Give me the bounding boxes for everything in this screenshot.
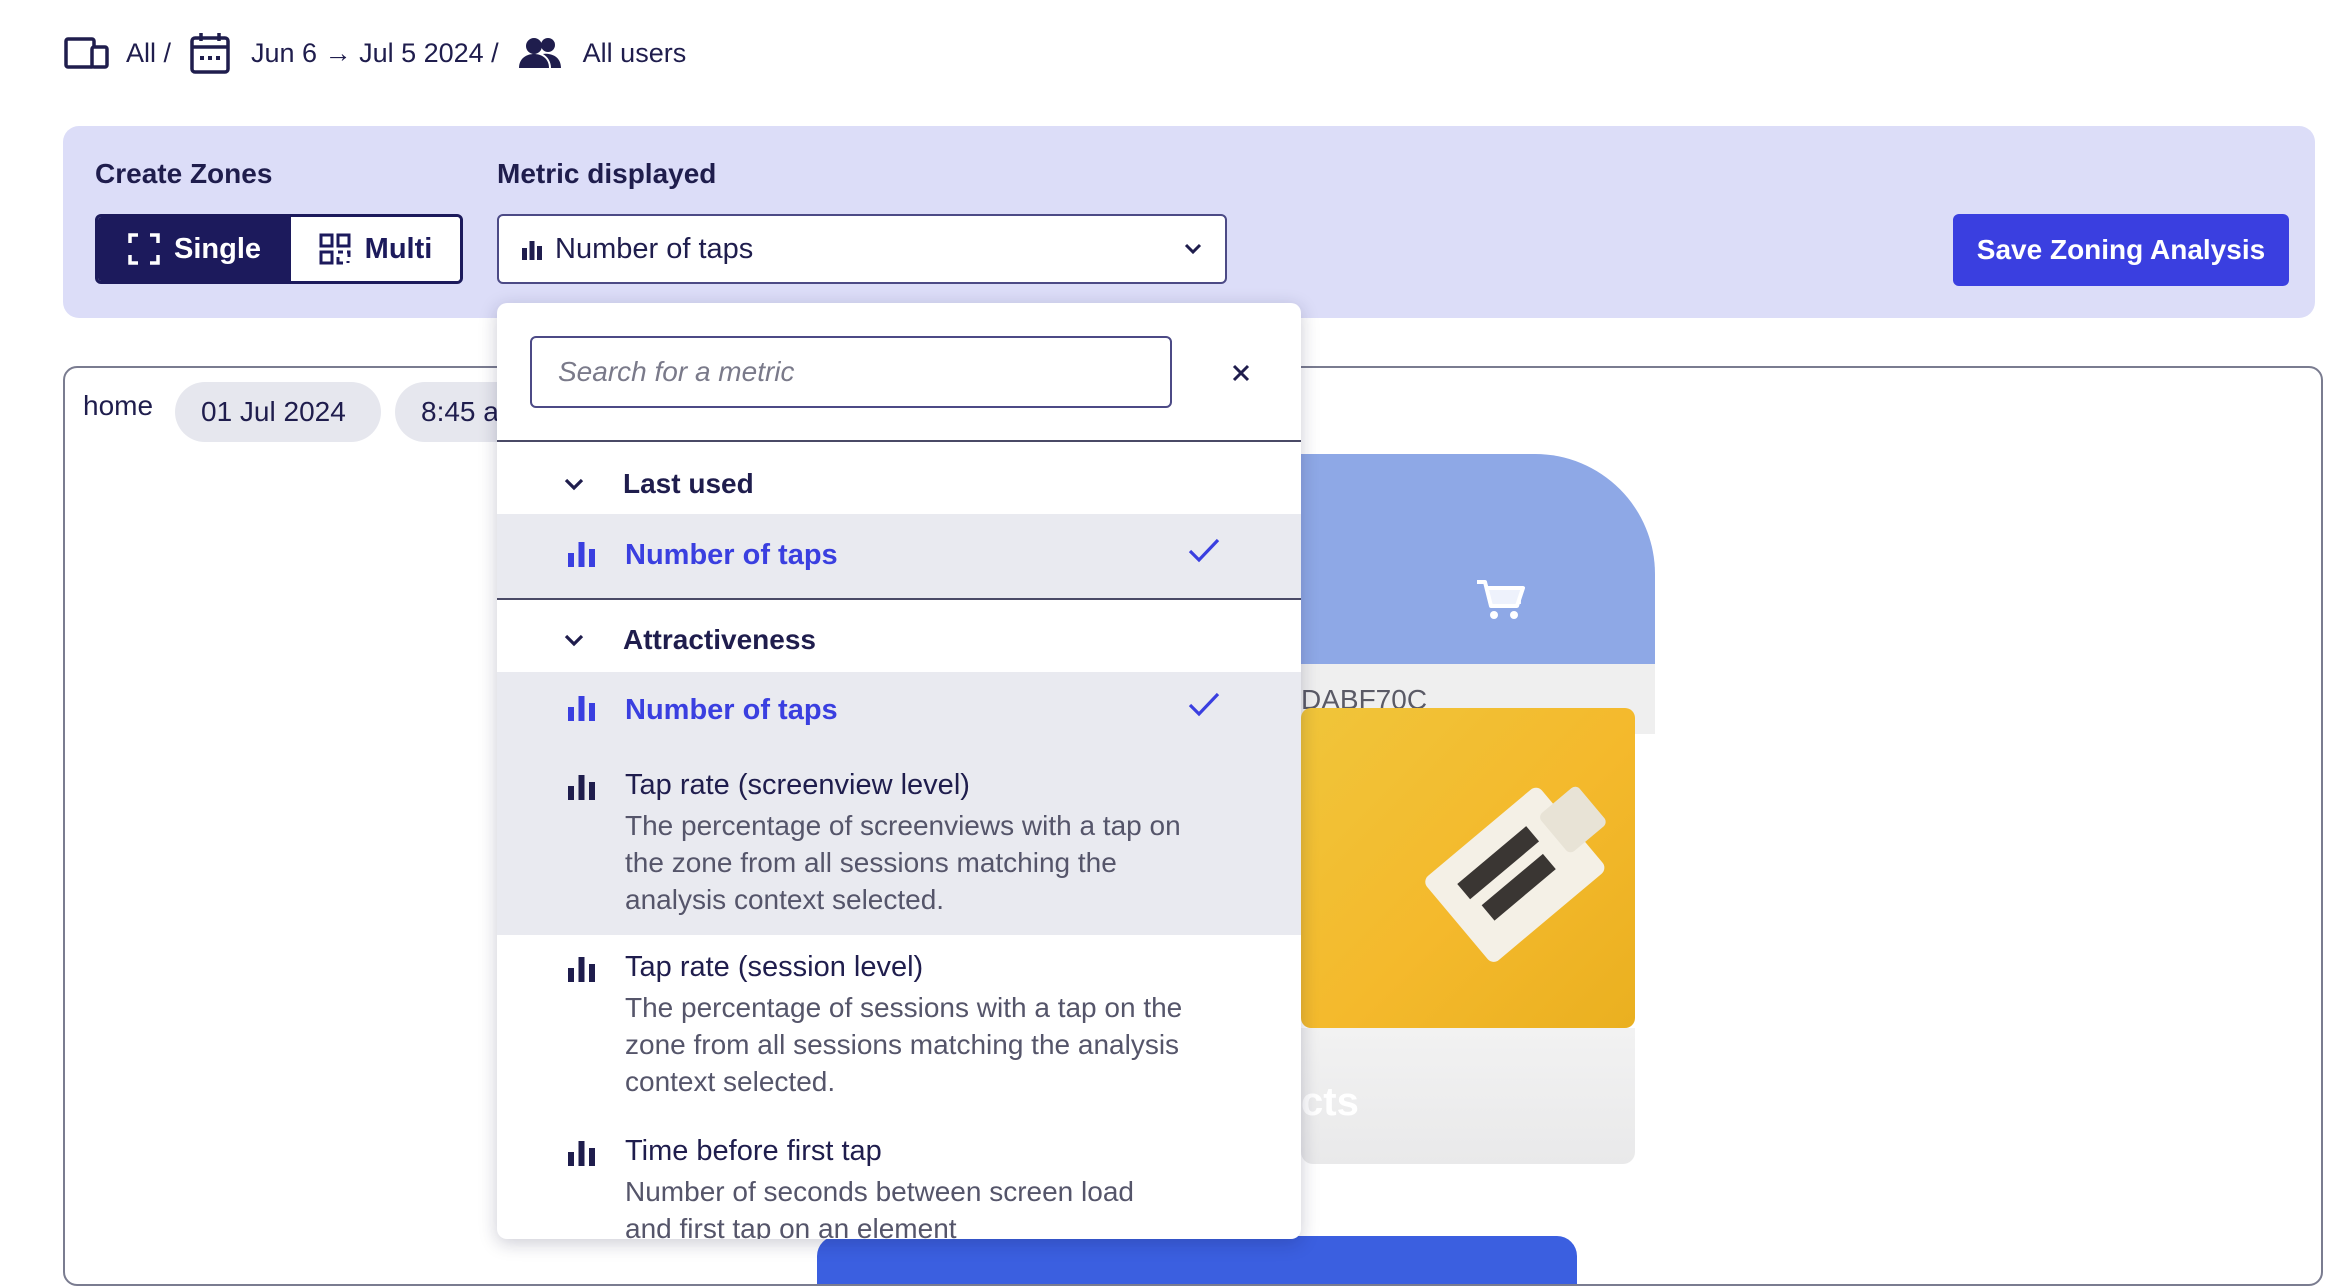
zoning-toolbar: Create Zones Metric displayed Single Mul… bbox=[63, 126, 2315, 318]
zone-mode-toggle: Single Multi bbox=[95, 214, 463, 284]
metric-select-value: Number of taps bbox=[555, 232, 754, 265]
bar-chart-icon bbox=[567, 694, 597, 727]
metric-select[interactable]: Number of taps bbox=[497, 214, 1227, 284]
metric-option-description: The percentage of sessions with a tap on… bbox=[625, 992, 1183, 1097]
save-zoning-analysis-button[interactable]: Save Zoning Analysis bbox=[1953, 214, 2289, 286]
create-zones-label: Create Zones bbox=[95, 158, 273, 189]
users-icon[interactable] bbox=[517, 36, 563, 70]
calendar-icon[interactable] bbox=[189, 31, 231, 75]
metric-option-description: Number of seconds between screen load an… bbox=[625, 1176, 1134, 1239]
metric-option-number-of-taps[interactable]: Number of taps bbox=[497, 514, 1301, 598]
devices-icon[interactable] bbox=[64, 35, 110, 71]
check-icon bbox=[1187, 690, 1221, 723]
divider bbox=[497, 598, 1301, 600]
multi-zone-icon bbox=[319, 233, 351, 265]
multi-label: Multi bbox=[364, 232, 433, 265]
check-icon bbox=[1187, 536, 1221, 569]
metric-option-title: Tap rate (screenview level) bbox=[625, 769, 970, 801]
chevron-down-icon bbox=[563, 633, 603, 647]
chevron-down-icon bbox=[1183, 242, 1203, 256]
group-label: Last used bbox=[623, 468, 754, 499]
group-header-attractiveness[interactable]: Attractiveness bbox=[497, 605, 1301, 675]
metric-option-tap-rate-screenview[interactable]: Tap rate (screenview level) The percenta… bbox=[497, 753, 1301, 935]
bar-chart-icon bbox=[567, 540, 597, 573]
bar-chart-icon bbox=[567, 955, 597, 988]
metric-dropdown: Last used Number of taps Attractiveness … bbox=[497, 303, 1301, 1239]
metric-option-title: Tap rate (session level) bbox=[625, 951, 924, 983]
metric-option-title: Number of taps bbox=[625, 539, 838, 571]
metric-option-time-before-first-tap[interactable]: Time before first tap Number of seconds … bbox=[497, 1119, 1301, 1239]
cart-icon bbox=[1475, 578, 1527, 627]
product-image bbox=[1301, 708, 1635, 1028]
bar-chart-icon bbox=[567, 1139, 597, 1172]
group-header-last-used[interactable]: Last used bbox=[497, 449, 1301, 519]
date-chip[interactable]: 01 Jul 2024 bbox=[175, 382, 381, 442]
bar-chart-icon bbox=[521, 238, 543, 260]
product-card-title: cts bbox=[1301, 1080, 1359, 1124]
close-icon[interactable] bbox=[1221, 353, 1261, 393]
breadcrumb-segment[interactable]: All users bbox=[583, 38, 687, 69]
breadcrumb: All / Jun 6 → Jul 5 2024 / All users bbox=[64, 30, 686, 76]
breadcrumb-platform[interactable]: All / bbox=[126, 38, 171, 69]
single-zone-button[interactable]: Single bbox=[98, 217, 291, 281]
chevron-down-icon bbox=[563, 477, 603, 491]
metric-option-tap-rate-session[interactable]: Tap rate (session level) The percentage … bbox=[497, 935, 1301, 1119]
screen-name: home bbox=[83, 390, 154, 421]
group-label: Attractiveness bbox=[623, 624, 816, 655]
bar-chart-icon bbox=[567, 773, 597, 806]
app-bottom-bar bbox=[817, 1236, 1577, 1284]
metric-search-input[interactable] bbox=[556, 355, 1146, 389]
divider bbox=[497, 440, 1301, 442]
metric-search-field[interactable] bbox=[530, 336, 1172, 408]
metric-displayed-label: Metric displayed bbox=[497, 158, 717, 189]
breadcrumb-date-range[interactable]: Jun 6 → Jul 5 2024 / bbox=[251, 38, 499, 69]
single-label: Single bbox=[173, 232, 261, 265]
select-zone-icon bbox=[128, 233, 160, 265]
metric-option-title: Number of taps bbox=[625, 694, 838, 726]
multi-zone-button[interactable]: Multi bbox=[291, 217, 460, 281]
metric-option-number-of-taps[interactable]: Number of taps bbox=[497, 672, 1301, 753]
metric-option-description: The percentage of screenviews with a tap… bbox=[625, 810, 1181, 915]
metric-option-title: Time before first tap bbox=[625, 1135, 882, 1167]
